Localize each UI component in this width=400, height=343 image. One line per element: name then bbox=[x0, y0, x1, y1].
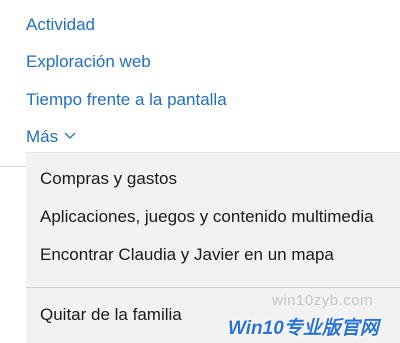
more-label: Más bbox=[26, 127, 59, 146]
menu-item-apps-games-media[interactable]: Aplicaciones, juegos y contenido multime… bbox=[40, 207, 374, 227]
more-dropdown-toggle[interactable]: Más bbox=[26, 127, 76, 147]
activity-link[interactable]: Actividad bbox=[26, 15, 95, 35]
menu-item-purchases[interactable]: Compras y gastos bbox=[40, 169, 177, 189]
divider bbox=[0, 166, 26, 167]
watermark-url: win10zyb.com bbox=[272, 292, 374, 309]
menu-item-remove-from-family[interactable]: Quitar de la familia bbox=[40, 305, 182, 325]
menu-separator bbox=[26, 287, 400, 288]
screen-time-link[interactable]: Tiempo frente a la pantalla bbox=[26, 90, 227, 110]
watermark-logo: Win10专业版官网 bbox=[228, 318, 379, 339]
menu-item-find-on-map[interactable]: Encontrar Claudia y Javier en un mapa bbox=[40, 245, 334, 265]
family-settings-page: Actividad Exploración web Tiempo frente … bbox=[0, 0, 400, 343]
web-browsing-link[interactable]: Exploración web bbox=[26, 52, 151, 72]
chevron-down-icon bbox=[64, 132, 76, 139]
